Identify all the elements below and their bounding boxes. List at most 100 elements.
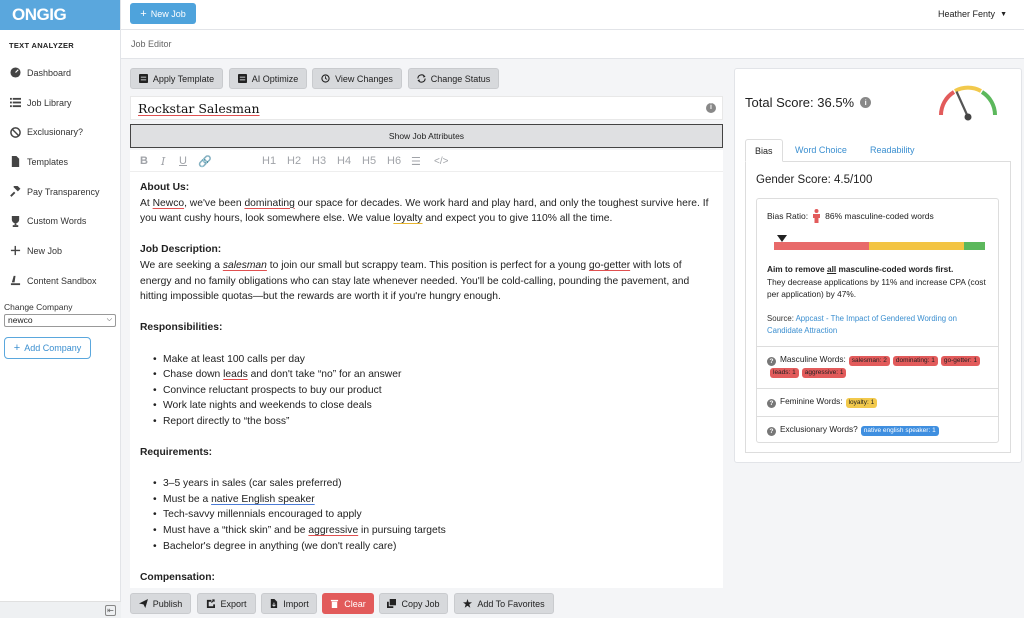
person-icon [813, 209, 821, 223]
plus-icon: + [140, 7, 147, 20]
source-link[interactable]: Appcast - The Impact of Gendered Wording… [767, 314, 957, 335]
plus-icon [9, 245, 21, 257]
ai-optimize-button[interactable]: AI Optimize [229, 68, 307, 89]
word-badge[interactable]: go-getter: 1 [940, 356, 981, 366]
list-item: Must have a “thick skin” and be aggressi… [153, 523, 713, 539]
template-icon [138, 74, 148, 83]
gauge-needle [955, 91, 970, 118]
bold-button[interactable]: B [140, 155, 148, 167]
flag-aggressive: aggressive [308, 525, 359, 537]
sidebar: ONGIG TEXT ANALYZER Dashboard Job Librar… [0, 0, 121, 618]
user-menu[interactable]: Heather Fenty ▼ [938, 9, 1007, 19]
history-icon [321, 74, 330, 83]
new-job-button[interactable]: + New Job [130, 3, 196, 24]
list-icon [9, 97, 21, 109]
h6-button[interactable]: H6 [387, 155, 401, 167]
link-icon[interactable]: 🔗 [198, 155, 212, 168]
breadcrumb: Job Editor [131, 39, 172, 49]
ai-icon [237, 74, 247, 83]
tab-readability[interactable]: Readability [861, 139, 924, 162]
sidebar-item-label: Custom Words [27, 216, 87, 227]
collapse-bar: ⇤ [0, 601, 121, 618]
list-item: Work late nights and weekends to close d… [153, 398, 713, 414]
plus-icon: + [13, 341, 21, 354]
list-item: Report directly to “the boss” [153, 414, 713, 430]
bias-bar [774, 242, 985, 250]
masculine-label: Masculine Words: [780, 354, 846, 364]
chevron-down-icon: ⌵ [106, 316, 112, 323]
flag-newco: Newco [152, 197, 185, 209]
bias-ratio: Bias Ratio: 86% masculine-coded words [767, 209, 934, 223]
sidebar-item-pay-transparency[interactable]: Pay Transparency [0, 177, 120, 207]
sidebar-item-label: Pay Transparency [27, 186, 100, 197]
favorites-label: Add To Favorites [477, 598, 545, 609]
help-icon[interactable]: ? [767, 357, 776, 366]
sidebar-item-exclusionary[interactable]: Exclusionary? [0, 117, 120, 147]
publish-button[interactable]: Publish [130, 593, 191, 614]
dashboard-icon [9, 67, 21, 79]
word-badge[interactable]: native english speaker: 1 [860, 426, 939, 436]
import-button[interactable]: Import [261, 593, 317, 614]
bias-ratio-value: 86% masculine-coded words [825, 211, 934, 221]
help-icon[interactable]: ? [767, 427, 776, 436]
sidebar-item-content-sandbox[interactable]: Content Sandbox [0, 266, 120, 296]
flag-dominating: dominating [244, 197, 295, 209]
view-changes-button[interactable]: View Changes [312, 68, 402, 89]
sidebar-item-label: Exclusionary? [27, 127, 84, 138]
word-badge[interactable]: loyalty: 1 [845, 398, 878, 408]
exclusionary-words-row: ? Exclusionary Words? native english speak… [757, 416, 998, 444]
code-icon[interactable]: </> [434, 156, 448, 167]
bias-ratio-label: Bias Ratio: [767, 211, 809, 221]
sidebar-item-dashboard[interactable]: Dashboard [0, 58, 120, 88]
description-heading: Job Description: [140, 244, 222, 256]
exclusionary-label: Exclusionary Words? [780, 424, 858, 434]
change-status-button[interactable]: Change Status [408, 68, 499, 89]
h3-button[interactable]: H3 [312, 155, 326, 167]
sidebar-item-job-library[interactable]: Job Library [0, 88, 120, 118]
sidebar-item-new-job[interactable]: New Job [0, 236, 120, 266]
export-button[interactable]: Export [197, 593, 256, 614]
italic-button[interactable]: I [161, 155, 165, 168]
trash-icon [331, 599, 339, 608]
tab-word-choice[interactable]: Word Choice [786, 139, 856, 162]
list-item: Tech-savvy millennials encouraged to app… [153, 507, 713, 523]
view-changes-label: View Changes [335, 73, 393, 84]
copy-job-button[interactable]: Copy Job [379, 593, 448, 614]
apply-template-label: Apply Template [152, 73, 215, 84]
clear-button[interactable]: Clear [322, 593, 374, 614]
help-icon[interactable]: ? [767, 399, 776, 408]
collapse-sidebar-icon[interactable]: ⇤ [105, 605, 116, 616]
word-badge[interactable]: leads: 1 [770, 368, 799, 378]
sidebar-item-custom-words[interactable]: Custom Words [0, 206, 120, 236]
job-description-editor[interactable]: About Us: At Newco, we've been dominatin… [130, 172, 723, 588]
word-badge[interactable]: dominating: 1 [892, 356, 938, 366]
add-company-button[interactable]: + Add Company [4, 336, 91, 359]
h4-button[interactable]: H4 [337, 155, 351, 167]
copy-icon [387, 599, 397, 608]
logo[interactable]: ONGIG [0, 0, 120, 30]
h1-button[interactable]: H1 [262, 155, 276, 167]
sandbox-icon [9, 275, 21, 287]
word-badge[interactable]: aggressive: 1 [801, 368, 847, 378]
h2-button[interactable]: H2 [287, 155, 301, 167]
list-item: 3–5 years in sales (car sales preferred) [153, 476, 713, 492]
h5-button[interactable]: H5 [362, 155, 376, 167]
total-score-text: Total Score: 36.5% [745, 95, 855, 110]
underline-button[interactable]: U [179, 155, 187, 167]
info-icon[interactable]: i [860, 97, 872, 108]
company-select[interactable]: newco ⌵ [4, 313, 116, 327]
total-score: Total Score: 36.5% i [745, 95, 872, 110]
sidebar-item-templates[interactable]: Templates [0, 147, 120, 177]
requirements-heading: Requirements: [140, 447, 213, 459]
job-title-field[interactable]: Rockstar Salesman i [130, 96, 723, 120]
list-icon[interactable]: ☰ [411, 155, 421, 168]
logo-text: ONGIG [12, 5, 67, 24]
apply-template-button[interactable]: Apply Template [130, 68, 223, 89]
send-icon [138, 599, 148, 608]
add-to-favorites-button[interactable]: Add To Favorites [454, 593, 554, 614]
show-job-attributes-button[interactable]: Show Job Attributes [130, 124, 723, 148]
tab-bias[interactable]: Bias [745, 139, 783, 162]
ai-optimize-label: AI Optimize [251, 73, 299, 84]
info-icon[interactable]: i [706, 103, 716, 113]
word-badge[interactable]: salesman: 2 [848, 356, 890, 366]
